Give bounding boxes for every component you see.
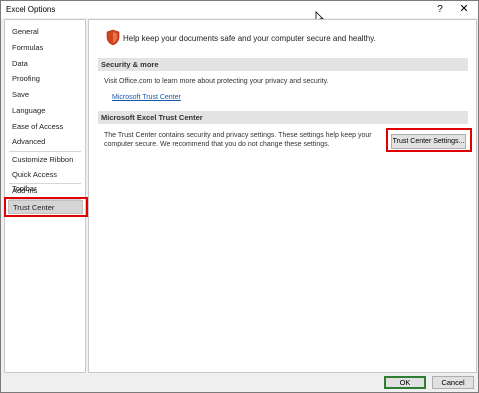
- selection-highlight-box: [4, 197, 88, 217]
- sidebar-item-save[interactable]: Save: [8, 88, 83, 102]
- sidebar-item-data[interactable]: Data: [8, 57, 83, 71]
- section-security-more: Security & more: [98, 58, 468, 71]
- sidebar-item-add-ins[interactable]: Add-ins: [8, 184, 83, 198]
- microsoft-trust-center-link[interactable]: Microsoft Trust Center: [112, 94, 181, 101]
- help-button[interactable]: ?: [431, 2, 449, 17]
- sidebar-item-ease-of-access[interactable]: Ease of Access: [8, 120, 83, 134]
- section-excel-trust-center: Microsoft Excel Trust Center: [98, 111, 468, 124]
- sidebar-item-customize-ribbon[interactable]: Customize Ribbon: [8, 153, 83, 167]
- shield-icon: [106, 29, 120, 46]
- trust-center-description-line2: computer secure. We recommend that you d…: [104, 141, 330, 148]
- sidebar-divider: [9, 151, 81, 152]
- options-sidebar: General Formulas Data Proofing Save Lang…: [4, 19, 86, 373]
- title-bar: Excel Options ? ✕: [1, 1, 478, 18]
- cancel-button[interactable]: Cancel: [432, 376, 474, 389]
- security-description: Visit Office.com to learn more about pro…: [104, 78, 329, 85]
- button-highlight-box: [386, 128, 472, 152]
- close-button[interactable]: ✕: [453, 2, 475, 17]
- sidebar-item-quick-access-toolbar[interactable]: Quick Access Toolbar: [8, 168, 83, 193]
- window-title: Excel Options: [6, 5, 56, 14]
- sidebar-item-language[interactable]: Language: [8, 104, 83, 118]
- sidebar-item-proofing[interactable]: Proofing: [8, 72, 83, 86]
- main-content-panel: Help keep your documents safe and your c…: [88, 19, 477, 373]
- sidebar-item-general[interactable]: General: [8, 25, 83, 39]
- sidebar-item-advanced[interactable]: Advanced: [8, 135, 83, 149]
- sidebar-item-formulas[interactable]: Formulas: [8, 41, 83, 55]
- page-header-text: Help keep your documents safe and your c…: [123, 34, 376, 43]
- ok-button[interactable]: OK: [384, 376, 426, 389]
- excel-options-dialog: Excel Options ? ✕ General Formulas Data …: [0, 0, 479, 393]
- trust-center-description-line1: The Trust Center contains security and p…: [104, 132, 372, 139]
